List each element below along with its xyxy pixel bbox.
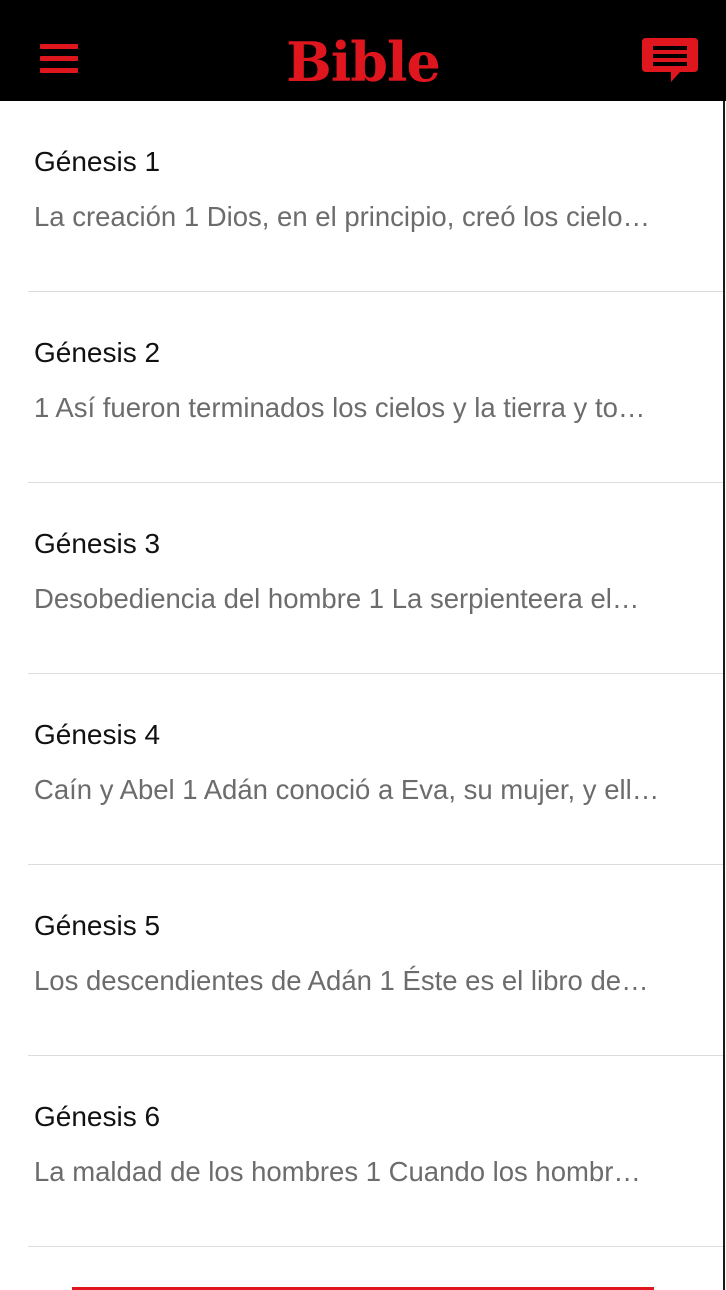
chapter-title: Génesis 4 [34, 719, 161, 750]
chapter-row[interactable]: Génesis 6 La maldad de los hombres 1 Cua… [0, 1056, 723, 1247]
chapter-preview: Los descendientes de Adán 1 Éste es el l… [34, 965, 649, 996]
scroll-edge [723, 101, 725, 1290]
chapter-title: Génesis 5 [34, 910, 161, 941]
chapter-row[interactable]: Génesis 2 1 Así fueron terminados los ci… [0, 292, 723, 483]
chapter-title: Génesis 1 [34, 146, 161, 177]
chapter-row[interactable]: Génesis 5 Los descendientes de Adán 1 És… [0, 865, 723, 1056]
chapter-row[interactable]: Génesis 4 Caín y Abel 1 Adán conoció a E… [0, 674, 723, 865]
chapter-title: Génesis 2 [34, 337, 161, 368]
chapter-preview: Caín y Abel 1 Adán conoció a Eva, su muj… [34, 774, 660, 805]
top-navigation-bar: Bible [0, 0, 726, 101]
row-divider [28, 1246, 723, 1247]
chapter-row[interactable]: Génesis 1 La creación 1 Dios, en el prin… [0, 101, 723, 292]
chapter-preview: La maldad de los hombres 1 Cuando los ho… [34, 1156, 641, 1187]
chapter-title: Génesis 3 [34, 528, 161, 559]
chat-bubble-icon [642, 38, 698, 82]
chapter-preview: Desobediencia del hombre 1 La serpientee… [34, 583, 640, 614]
chapter-row[interactable]: Génesis 3 Desobediencia del hombre 1 La … [0, 483, 723, 674]
app-screen: Bible Génesis 1 La creación 1 Dios, en e… [0, 0, 726, 1290]
chat-button[interactable] [640, 34, 700, 84]
chapter-list: Génesis 1 La creación 1 Dios, en el prin… [0, 101, 723, 1247]
chapter-title: Génesis 6 [34, 1101, 161, 1132]
app-title: Bible [286, 30, 441, 94]
chapter-preview: La creación 1 Dios, en el principio, cre… [34, 201, 650, 232]
chapter-preview: 1 Así fueron terminados los cielos y la … [34, 392, 646, 423]
